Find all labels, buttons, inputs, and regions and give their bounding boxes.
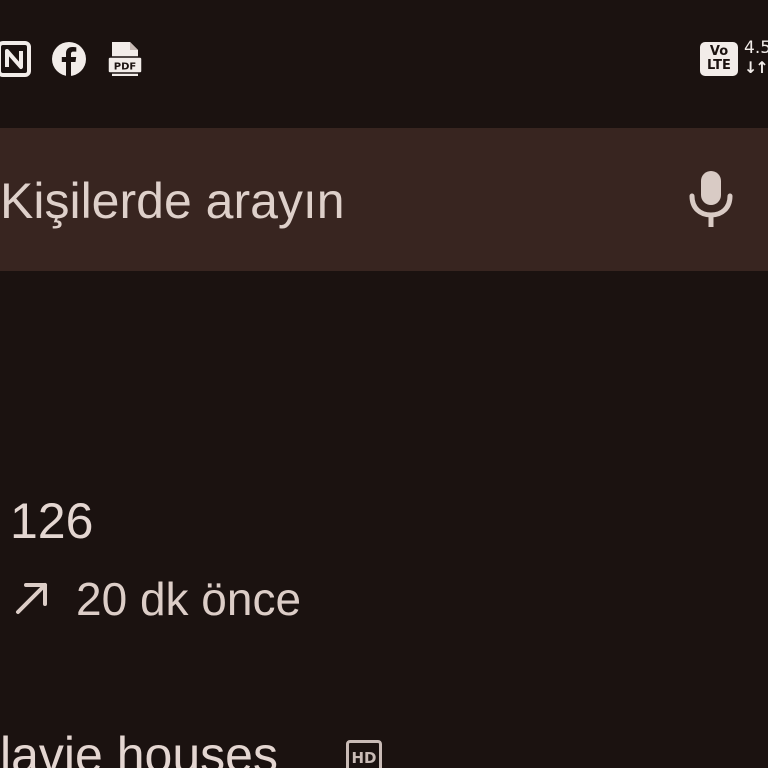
facebook-icon	[51, 40, 87, 78]
hd-call-icon: HD	[346, 740, 382, 768]
search-input[interactable]: Kişilerde arayın	[0, 172, 345, 230]
microphone-icon[interactable]	[686, 168, 736, 230]
data-activity-icon: ↓↑	[744, 58, 768, 77]
phone-screen: PDF Vo LTE 4.5 ↓↑ Kişilerde arayın 126 2…	[0, 0, 768, 768]
network-speed: 4.5	[744, 38, 768, 58]
status-bar: PDF Vo LTE 4.5 ↓↑	[0, 0, 768, 120]
call-time: 20 dk önce	[76, 573, 302, 625]
status-right-cluster: Vo LTE 4.5 ↓↑	[698, 38, 768, 82]
call-log-entry-name[interactable]: lavie houses	[0, 726, 278, 768]
pdf-file-icon: PDF	[106, 40, 144, 78]
outgoing-call-arrow-icon	[12, 578, 52, 618]
volte-line2: LTE	[707, 58, 731, 73]
volte-badge: Vo LTE	[700, 42, 738, 76]
nfc-icon	[0, 40, 32, 78]
volte-line1: Vo	[709, 44, 729, 59]
call-log-entry-name[interactable]: 126	[10, 492, 93, 550]
pdf-label: PDF	[114, 62, 136, 73]
